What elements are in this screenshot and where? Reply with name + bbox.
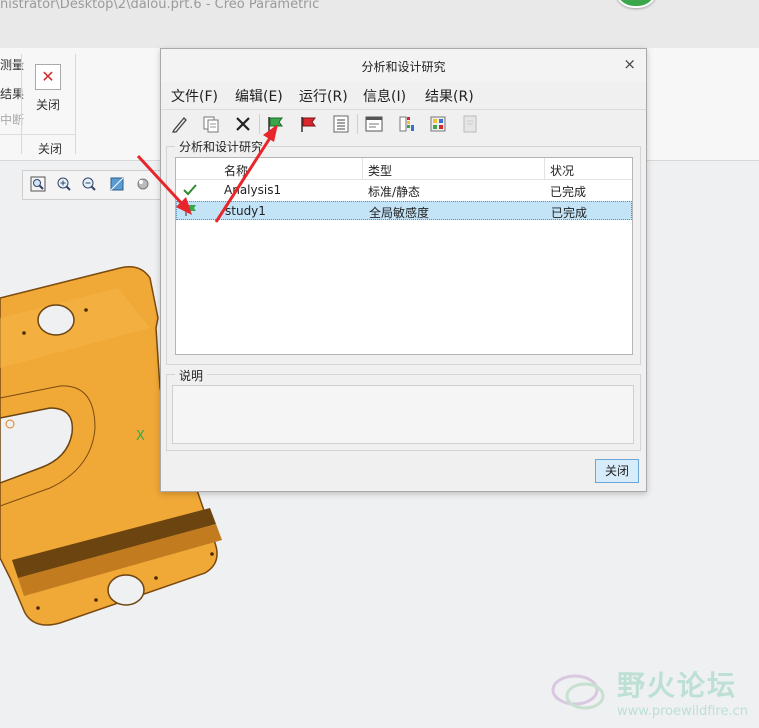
watermark-title: 野火论坛 (617, 669, 738, 702)
annotation-arrows (136, 124, 278, 223)
watermark-url: www.proewildfire.cn (617, 704, 748, 719)
watermark: 野火论坛 www.proewildfire.cn (545, 660, 759, 728)
arrow-to-row-icon (136, 154, 192, 215)
arrow-to-start-flag-icon (214, 124, 278, 223)
watermark-logo-icon (551, 674, 605, 710)
